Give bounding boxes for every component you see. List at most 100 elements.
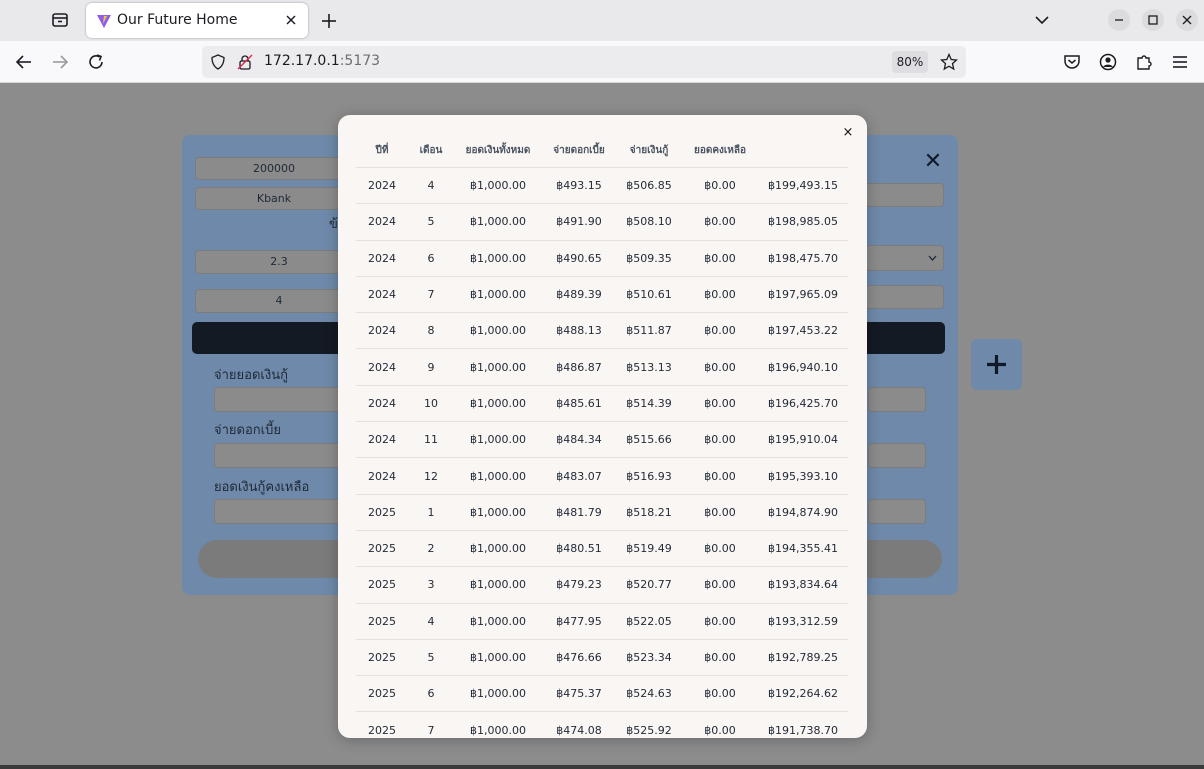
cell-balance: ฿197,965.09: [758, 275, 848, 313]
amortization-modal: × ปีที่ เดือน ยอดเงินทั้งหมด จ่ายดอกเบี้…: [338, 115, 867, 738]
extensions-puzzle-icon[interactable]: [1134, 52, 1154, 72]
cell-year: 2024: [356, 421, 408, 458]
cell-month: 4: [408, 166, 454, 204]
cell-balance: ฿198,985.05: [758, 203, 848, 241]
cell-month: 11: [408, 421, 454, 458]
interest-payment-field-right[interactable]: [868, 443, 926, 468]
header-year: ปีที่: [375, 144, 389, 156]
maximize-window-button[interactable]: [1142, 9, 1164, 31]
cell-month: 8: [408, 312, 454, 349]
cell-balance: ฿194,874.90: [758, 493, 848, 531]
reload-icon[interactable]: [86, 52, 106, 72]
cell-total-payment: ฿1,000.00: [454, 566, 542, 604]
cell-interest: ฿489.39: [542, 275, 616, 313]
vite-favicon-icon: [97, 15, 111, 28]
new-tab-icon[interactable]: [319, 11, 339, 31]
cell-balance: ฿195,910.04: [758, 421, 848, 458]
remaining-balance-field[interactable]: [214, 499, 354, 524]
loan-amount-field[interactable]: 200000: [195, 157, 353, 180]
cell-total-payment: ฿1,000.00: [454, 203, 542, 241]
section-heading-fragment: ข้: [329, 217, 338, 232]
cell-interest: ฿475.37: [542, 675, 616, 712]
insecure-connection-lock-icon[interactable]: [237, 54, 253, 70]
table-row: 2024 6 ฿1,000.00 ฿490.65 ฿509.35 ฿0.00 ฿198,47…: [356, 239, 848, 277]
list-all-tabs-chevron-icon[interactable]: [1033, 12, 1051, 28]
hamburger-menu-icon[interactable]: [1170, 52, 1190, 72]
cell-extra: ฿0.00: [682, 675, 758, 712]
tab-strip: Our Future Home: [0, 0, 1204, 41]
cell-interest: ฿484.34: [542, 421, 616, 458]
cell-total-payment: ฿1,000.00: [454, 493, 542, 531]
url-port: :5173: [339, 53, 381, 69]
cell-extra: ฿0.00: [682, 493, 758, 531]
tracking-protection-shield-icon[interactable]: [210, 54, 226, 70]
remaining-balance-label: ยอดเงินกู้คงเหลือ: [214, 480, 310, 495]
cell-extra: ฿0.00: [682, 457, 758, 495]
cell-total-payment: ฿1,000.00: [454, 457, 542, 495]
cell-month: 4: [408, 602, 454, 640]
cell-interest: ฿488.13: [542, 312, 616, 349]
cell-balance: ฿191,738.70: [758, 711, 848, 738]
back-arrow-icon[interactable]: [14, 52, 34, 72]
cell-month: 9: [408, 348, 454, 386]
cell-balance: ฿192,789.25: [758, 638, 848, 676]
cell-interest: ฿493.15: [542, 166, 616, 204]
cell-total-payment: ฿1,000.00: [454, 675, 542, 712]
cell-principal: ฿522.05: [616, 602, 682, 640]
cell-interest: ฿490.65: [542, 239, 616, 277]
close-window-button[interactable]: [1176, 9, 1198, 31]
table-row: 2025 3 ฿1,000.00 ฿479.23 ฿520.77 ฿0.00 ฿193,83…: [356, 566, 848, 604]
remaining-balance-field-right[interactable]: [868, 499, 926, 524]
maximize-icon: [1148, 15, 1158, 25]
table-row: 2025 4 ฿1,000.00 ฿477.95 ฿522.05 ฿0.00 ฿193,31…: [356, 602, 848, 640]
cell-balance: ฿197,453.22: [758, 312, 848, 349]
cell-month: 1: [408, 493, 454, 531]
amortization-table: ปีที่ เดือน ยอดเงินทั้งหมด จ่ายดอกเบี้ย …: [356, 133, 848, 738]
principal-payment-field[interactable]: [214, 387, 354, 412]
tab-list-icon[interactable]: [48, 9, 72, 31]
cell-total-payment: ฿1,000.00: [454, 384, 542, 422]
select-chevron-down-icon: [928, 255, 937, 261]
cell-month: 6: [408, 675, 454, 712]
minimize-window-button[interactable]: [1108, 9, 1130, 31]
add-button[interactable]: [971, 339, 1022, 390]
cell-balance: ฿196,425.70: [758, 384, 848, 422]
cell-year: 2024: [356, 348, 408, 386]
cell-year: 2025: [356, 602, 408, 640]
cell-year: 2025: [356, 529, 408, 567]
bank-field[interactable]: Kbank: [195, 187, 353, 210]
account-icon[interactable]: [1098, 52, 1118, 72]
cell-year: 2024: [356, 166, 408, 204]
form-close-button[interactable]: ✕: [921, 150, 945, 174]
cell-total-payment: ฿1,000.00: [454, 602, 542, 640]
cell-extra: ฿0.00: [682, 421, 758, 458]
table-row: 2024 8 ฿1,000.00 ฿488.13 ฿511.87 ฿0.00 ฿197,45…: [356, 312, 848, 349]
close-tab-icon[interactable]: [284, 13, 298, 27]
cell-extra: ฿0.00: [682, 384, 758, 422]
cell-extra: ฿0.00: [682, 638, 758, 676]
interest-payment-field[interactable]: [214, 443, 354, 468]
cell-principal: ฿506.85: [616, 166, 682, 204]
principal-payment-field-right[interactable]: [868, 387, 926, 412]
cell-month: 5: [408, 638, 454, 676]
cell-principal: ฿515.66: [616, 421, 682, 458]
close-window-icon: [1182, 15, 1192, 25]
browser-tab[interactable]: Our Future Home: [86, 3, 308, 38]
cell-total-payment: ฿1,000.00: [454, 529, 542, 567]
cell-principal: ฿519.49: [616, 529, 682, 567]
zoom-level-badge[interactable]: 80%: [892, 51, 928, 73]
url-text[interactable]: 172.17.0.1:5173: [264, 53, 380, 69]
bookmark-star-icon[interactable]: [940, 53, 958, 71]
cell-month: 3: [408, 566, 454, 604]
cell-total-payment: ฿1,000.00: [454, 711, 542, 738]
cell-principal: ฿524.63: [616, 675, 682, 712]
cell-interest: ฿477.95: [542, 602, 616, 640]
cell-month: 2: [408, 529, 454, 567]
cell-principal: ฿514.39: [616, 384, 682, 422]
address-bar[interactable]: 172.17.0.1:5173 80%: [202, 46, 966, 78]
header-month: เดือน: [419, 144, 443, 156]
pocket-icon[interactable]: [1062, 52, 1082, 72]
table-row: 2025 2 ฿1,000.00 ฿480.51 ฿519.49 ฿0.00 ฿194,35…: [356, 529, 848, 567]
forward-arrow-icon[interactable]: [50, 52, 70, 72]
cell-extra: ฿0.00: [682, 239, 758, 277]
